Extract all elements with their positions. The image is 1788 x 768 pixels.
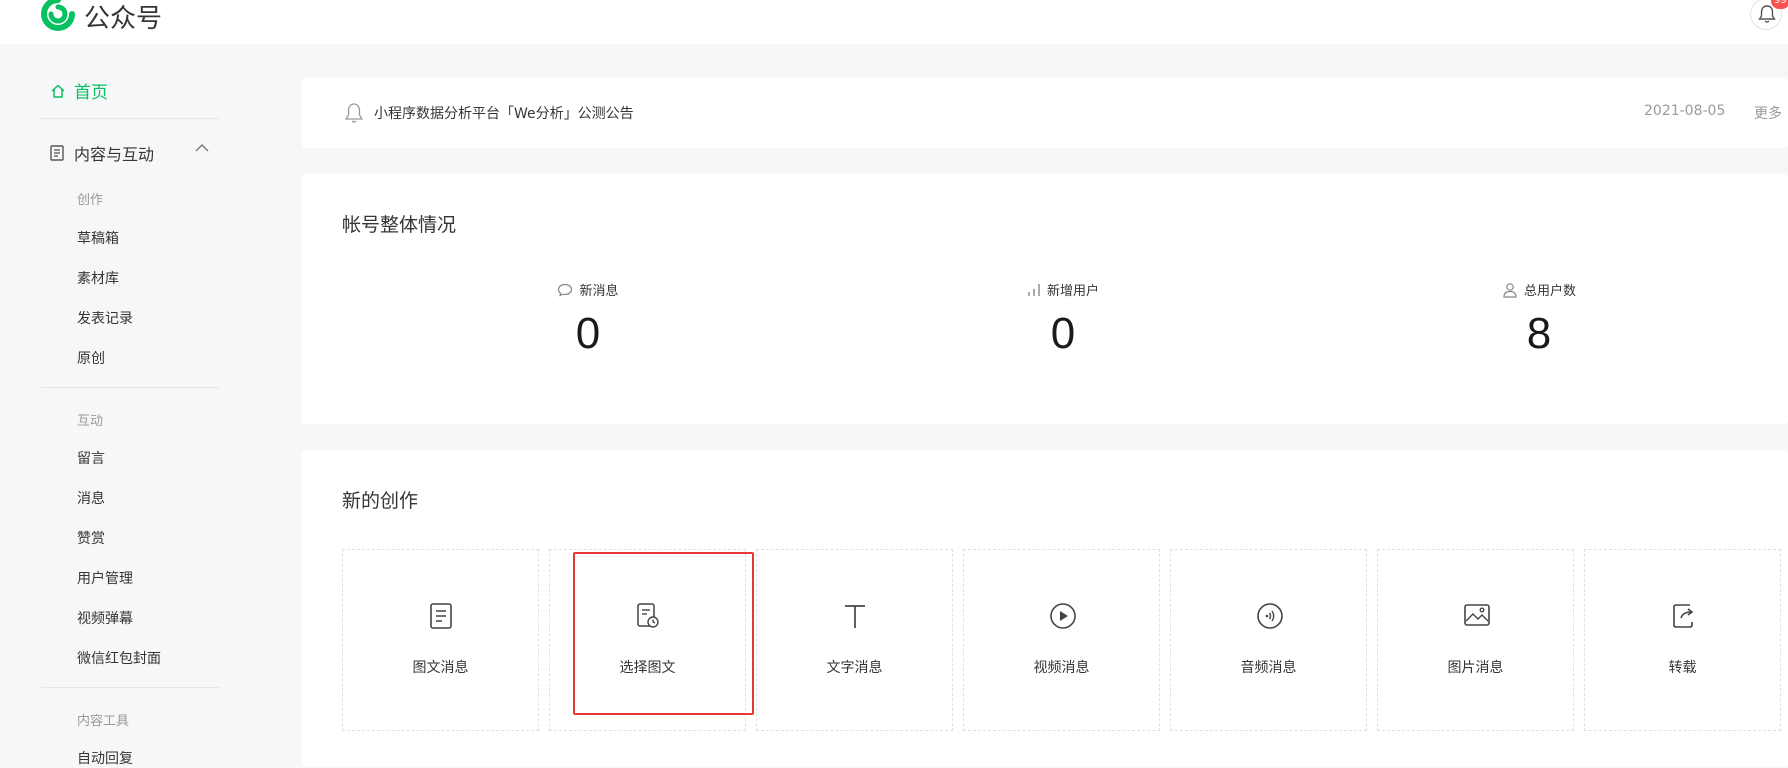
stat-value: 8: [1526, 309, 1552, 358]
image-icon: [1464, 604, 1490, 626]
article-icon: [430, 603, 452, 629]
stat-value: 0: [1050, 309, 1076, 358]
tile-label: 选择图文: [619, 660, 676, 676]
stat-new-messages[interactable]: 新消息 0: [458, 280, 718, 359]
sidebar-item-publish-history[interactable]: 发表记录: [77, 308, 133, 328]
notice-date: 2021-08-05: [1644, 103, 1726, 119]
sidebar-item-red-packet-cover[interactable]: 微信红包封面: [77, 648, 161, 668]
notification-badge: 99: [1771, 0, 1788, 9]
notice-card: 小程序数据分析平台「We分析」公测公告 2021-08-05 更多: [302, 78, 1788, 148]
video-play-icon: [1050, 603, 1076, 629]
sidebar-item-materials[interactable]: 素材库: [77, 268, 119, 288]
tile-label: 图文消息: [412, 660, 469, 676]
section-heading-interaction: 互动: [77, 414, 104, 429]
new-creation-card: 新的创作 图文消息 选择图文 文字消息 视频消息 音频消息 图片消息 转载: [302, 450, 1788, 767]
stat-label: 新消息: [579, 284, 619, 299]
document-icon: [50, 145, 64, 161]
tile-text-message[interactable]: 文字消息: [756, 549, 953, 731]
tile-label: 视频消息: [1033, 660, 1090, 676]
sidebar-item-drafts[interactable]: 草稿箱: [77, 228, 119, 248]
sidebar-item-user-management[interactable]: 用户管理: [77, 568, 133, 588]
text-icon: [845, 605, 865, 628]
stat-label: 新增用户: [1046, 284, 1099, 299]
tile-label: 图片消息: [1447, 660, 1504, 676]
sidebar-group-content-interaction[interactable]: 内容与互动: [50, 141, 210, 165]
section-heading-create: 创作: [77, 193, 104, 208]
home-icon: [51, 84, 65, 98]
sidebar-item-comments[interactable]: 留言: [77, 448, 105, 468]
stat-value: 0: [575, 309, 601, 358]
tile-select-article[interactable]: 选择图文: [549, 549, 746, 731]
notice-more-link[interactable]: 更多: [1754, 103, 1782, 123]
top-bar: 公众号 99: [0, 0, 1788, 44]
audio-icon: [1257, 603, 1283, 629]
stat-new-users[interactable]: 新增用户 0: [933, 280, 1193, 359]
stat-total-users[interactable]: 总用户数 8: [1409, 280, 1669, 359]
notification-button[interactable]: 99: [1750, 0, 1788, 30]
overview-title: 帐号整体情况: [342, 214, 457, 236]
account-overview-card: 帐号整体情况 新消息 0 新增用户 0 总用户数 8: [302, 174, 1788, 424]
sidebar-item-messages[interactable]: 消息: [77, 488, 105, 508]
bell-icon: [344, 103, 364, 123]
sidebar-item-auto-reply[interactable]: 自动回复: [77, 748, 133, 768]
sidebar: 首页 内容与互动 创作 草稿箱 素材库 发表记录 原创 互动 留言 消息 赞赏 …: [0, 44, 290, 767]
sidebar-group-label: 内容与互动: [74, 145, 155, 164]
sidebar-item-original[interactable]: 原创: [77, 348, 105, 368]
sidebar-item-video-danmaku[interactable]: 视频弹幕: [77, 608, 133, 628]
user-icon: [1503, 282, 1517, 298]
select-article-icon: [637, 603, 659, 628]
chat-bubble-icon: [558, 283, 573, 297]
tile-repost[interactable]: 转载: [1584, 549, 1781, 731]
tile-audio-message[interactable]: 音频消息: [1170, 549, 1367, 731]
tile-article[interactable]: 图文消息: [342, 549, 539, 731]
tile-image-message[interactable]: 图片消息: [1377, 549, 1574, 731]
sidebar-divider: [41, 118, 219, 119]
notice-link[interactable]: 小程序数据分析平台「We分析」公测公告: [374, 103, 634, 123]
chevron-up-icon[interactable]: [194, 143, 210, 153]
sidebar-item-home-label: 首页: [74, 83, 108, 103]
wechat-official-logo-icon[interactable]: [40, 0, 76, 32]
create-title: 新的创作: [342, 490, 419, 512]
sidebar-item-home[interactable]: 首页: [50, 78, 108, 103]
tile-label: 文字消息: [826, 660, 883, 676]
bar-chart-icon: [1028, 283, 1040, 296]
repost-icon: [1673, 604, 1694, 628]
tile-label: 音频消息: [1240, 660, 1297, 676]
app-title: 公众号: [84, 4, 163, 34]
sidebar-item-rewards[interactable]: 赞赏: [77, 528, 105, 548]
tile-label: 转载: [1668, 660, 1697, 676]
stat-label: 总用户数: [1523, 284, 1576, 299]
tile-video-message[interactable]: 视频消息: [963, 549, 1160, 731]
sidebar-divider: [41, 687, 219, 688]
section-heading-content-tools: 内容工具: [77, 714, 130, 729]
sidebar-divider: [41, 387, 219, 388]
